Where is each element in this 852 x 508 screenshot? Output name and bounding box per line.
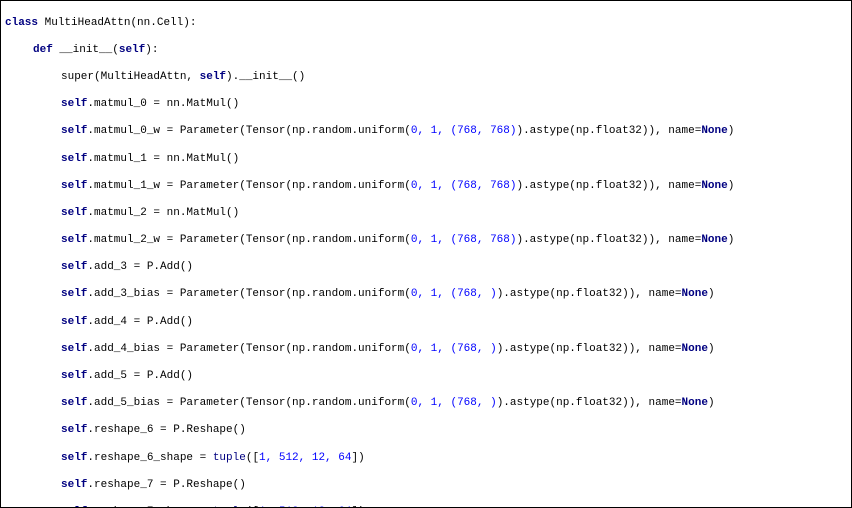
code-line: self.add_4_bias = Parameter(Tensor(np.ra… bbox=[5, 343, 847, 357]
keyword-def: def bbox=[33, 44, 53, 56]
code-line: def __init__(self): bbox=[5, 44, 847, 58]
code-line: self.add_5 = P.Add() bbox=[5, 370, 847, 384]
code-line: super(MultiHeadAttn, self).__init__() bbox=[5, 71, 847, 85]
keyword-class: class bbox=[5, 17, 38, 29]
self-kw: self bbox=[119, 44, 145, 56]
code-line: self.matmul_0_w = Parameter(Tensor(np.ra… bbox=[5, 125, 847, 139]
code-line: self.matmul_2 = nn.MatMul() bbox=[5, 207, 847, 221]
code-line: self.reshape_6 = P.Reshape() bbox=[5, 424, 847, 438]
code-line: self.add_4 = P.Add() bbox=[5, 316, 847, 330]
code-line: self.matmul_1_w = Parameter(Tensor(np.ra… bbox=[5, 180, 847, 194]
code-line: self.add_3 = P.Add() bbox=[5, 261, 847, 275]
code-line: self.reshape_7 = P.Reshape() bbox=[5, 479, 847, 493]
class-paren: (nn.Cell): bbox=[130, 17, 196, 29]
code-line: self.matmul_0 = nn.MatMul() bbox=[5, 98, 847, 112]
code-line: self.matmul_2_w = Parameter(Tensor(np.ra… bbox=[5, 234, 847, 248]
class-name: MultiHeadAttn bbox=[45, 17, 131, 29]
code-block: class MultiHeadAttn(nn.Cell): def __init… bbox=[0, 0, 852, 508]
code-line: self.add_3_bias = Parameter(Tensor(np.ra… bbox=[5, 288, 847, 302]
code-line: class MultiHeadAttn(nn.Cell): bbox=[5, 17, 847, 31]
func-name: __init__ bbox=[59, 44, 112, 56]
code-line: self.add_5_bias = Parameter(Tensor(np.ra… bbox=[5, 397, 847, 411]
code-line: self.reshape_6_shape = tuple([1, 512, 12… bbox=[5, 452, 847, 466]
self-kw: self bbox=[200, 71, 226, 83]
code-line: self.matmul_1 = nn.MatMul() bbox=[5, 153, 847, 167]
